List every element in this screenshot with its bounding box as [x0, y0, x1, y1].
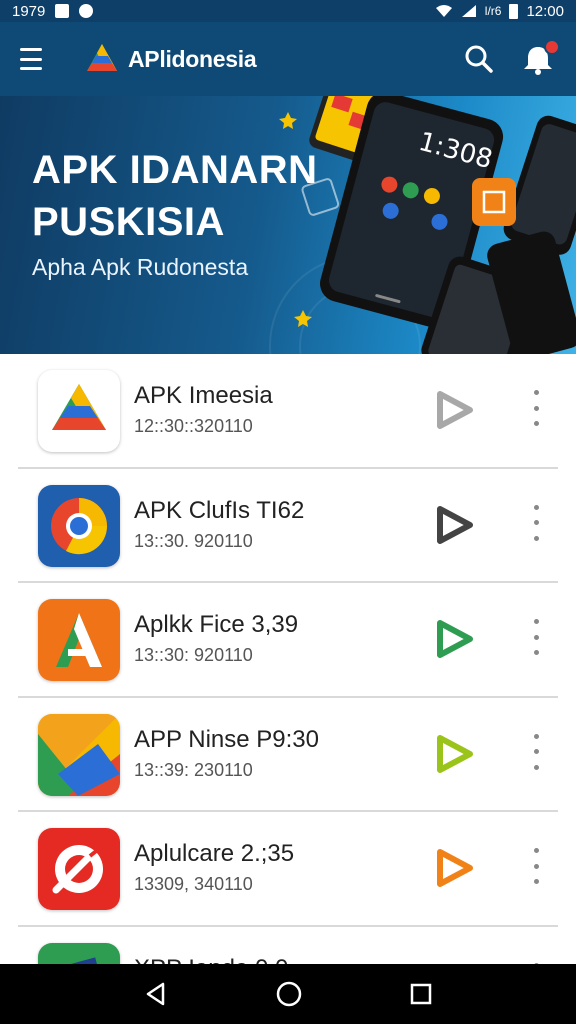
app-name: APK Imeesia: [134, 382, 273, 409]
app-name: APP Ninse P9:30: [134, 725, 320, 753]
app-meta: 13::39: 230110: [134, 759, 253, 780]
status-time-left: 1979: [12, 2, 46, 20]
list-item[interactable]: APK ClufIs TI62 13::30. 920110: [18, 469, 558, 583]
list-item[interactable]: Aplulcare 2.;35 13309, 340110: [18, 812, 558, 927]
app-meta: 13309, 340110: [134, 874, 253, 894]
play-icon[interactable]: [432, 617, 476, 661]
red-circle-app-icon: [38, 828, 120, 910]
wifi-icon: [435, 5, 452, 17]
app-name: Aplulcare 2.;35: [134, 840, 295, 867]
home-icon[interactable]: [275, 980, 303, 1008]
brand-logo-icon: [87, 44, 117, 71]
more-options-icon[interactable]: [530, 848, 542, 884]
app-name: Aplkk Fice 3,39: [134, 611, 299, 638]
app-name: APK ClufIs TI62: [134, 496, 305, 524]
drive-triangle-icon: [38, 370, 120, 452]
chat-notification-icon: [79, 4, 94, 18]
play-icon[interactable]: [432, 503, 476, 547]
list-item[interactable]: Aplkk Fice 3,39 13::30: 920110: [18, 583, 558, 698]
play-icon[interactable]: [432, 732, 476, 776]
banner-title-line2: PUSKISIA: [32, 200, 225, 244]
more-options-icon[interactable]: [530, 619, 542, 655]
status-bar: 1979 l/r6 12:00: [0, 0, 576, 22]
search-icon[interactable]: [464, 44, 494, 74]
banner-subtitle: Apha Apk Rudonesta: [32, 254, 249, 280]
image-notification-icon: [55, 4, 70, 18]
play-icon[interactable]: [432, 846, 476, 890]
back-icon[interactable]: [143, 981, 169, 1007]
more-options-icon[interactable]: [530, 390, 542, 426]
status-time: 12:00: [526, 2, 564, 20]
notification-badge: [544, 39, 560, 55]
letter-a-icon: [38, 599, 120, 681]
recents-icon[interactable]: [409, 982, 433, 1006]
app-meta: 13::30. 920110: [134, 530, 253, 551]
promo-banner[interactable]: APK IDANARN PUSKISIA Apha Apk Rudonesta …: [0, 96, 576, 354]
app-list: APK Imeesia 12::30::320110 APK ClufIs TI…: [0, 354, 576, 1024]
signal-icon: [461, 5, 476, 17]
app-bar: APlidonesia: [0, 22, 576, 96]
app-meta: 12::30::320110: [134, 416, 253, 436]
more-options-icon[interactable]: [530, 504, 542, 541]
chrome-swirl-icon: [38, 484, 120, 567]
banner-title: APK IDANARN PUSKISIA: [32, 144, 318, 248]
network-label: l/r6: [484, 4, 502, 18]
app-meta: 13::30: 920110: [134, 645, 253, 665]
list-item[interactable]: APP Ninse P9:30 13::39: 230110: [18, 698, 558, 812]
system-nav-bar: [0, 964, 576, 1024]
battery-icon: [509, 3, 519, 19]
list-item[interactable]: APK Imeesia 12::30::320110: [18, 354, 558, 469]
more-options-icon[interactable]: [530, 733, 542, 770]
banner-title-line1: APK IDANARN: [32, 148, 318, 192]
notifications-button[interactable]: [520, 39, 560, 77]
brand-name: APlidonesia: [128, 45, 257, 72]
play-icon[interactable]: [432, 388, 476, 432]
ads-triangle-icon: [38, 713, 120, 796]
hamburger-menu-icon[interactable]: [20, 48, 50, 70]
